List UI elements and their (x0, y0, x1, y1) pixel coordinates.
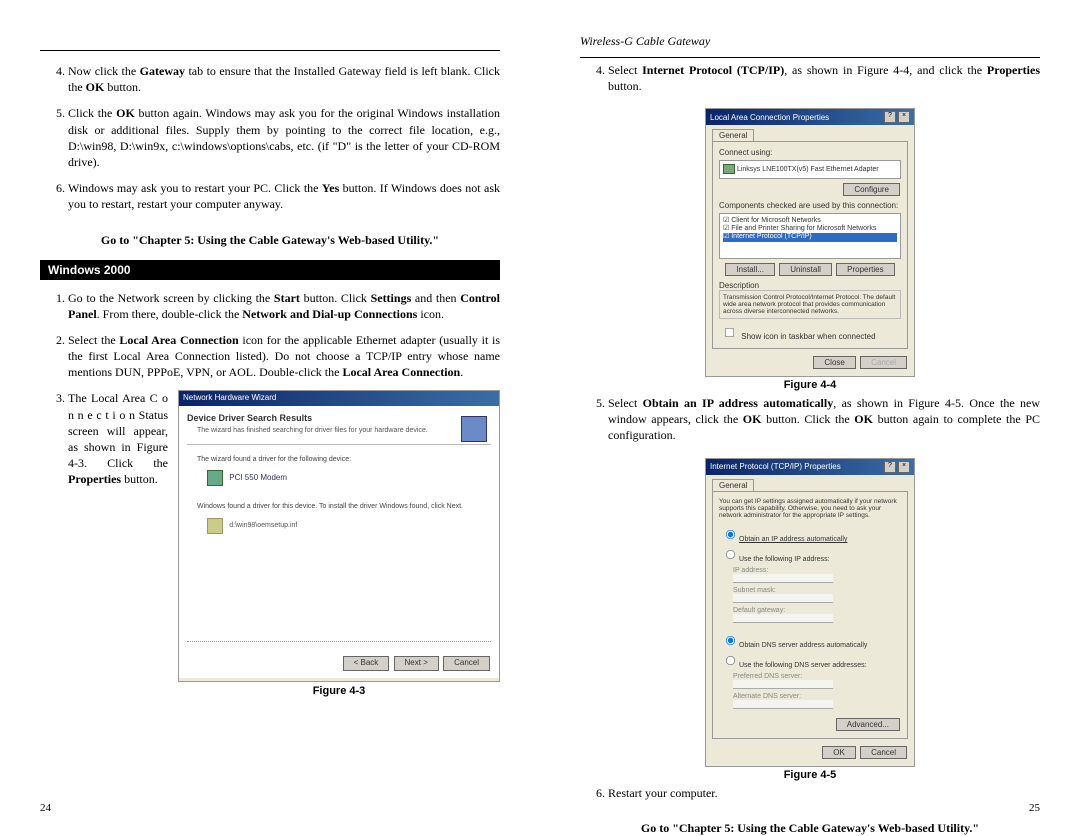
obtain-ip-radio[interactable] (726, 530, 735, 539)
figure-4-5: Internet Protocol (TCP/IP) Properties ? … (705, 458, 915, 767)
use-ip-radio[interactable] (726, 550, 735, 559)
help-icon[interactable]: ? (884, 461, 896, 473)
obtain-dns-label: Obtain DNS server address automatically (739, 642, 867, 649)
mask-input (733, 594, 833, 603)
figure-4-3: Network Hardware Wizard Device Driver Se… (178, 390, 500, 682)
right-list: Select Internet Protocol (TCP/IP), as sh… (580, 62, 1040, 104)
device-icon (207, 470, 223, 486)
next-button[interactable]: Next > (394, 656, 439, 671)
fig5-cancel-button[interactable]: Cancel (860, 746, 907, 759)
fig3-heading: Device Driver Search Results (187, 412, 491, 424)
fig3-titlebar: Network Hardware Wizard (179, 391, 499, 406)
properties-button[interactable]: Properties (836, 263, 894, 276)
show-icon-checkbox[interactable] (725, 328, 734, 337)
fig4-titlebar: Local Area Connection Properties ? × (706, 109, 914, 125)
fig3-caption: Figure 4-3 (178, 684, 500, 699)
fig4-caption: Figure 4-4 (705, 379, 915, 391)
wizard-icon (461, 416, 487, 442)
fig5-blurb: You can get IP settings assigned automat… (719, 498, 901, 519)
close-button[interactable]: Close (813, 356, 855, 369)
component-fileshare: File and Printer Sharing for Microsoft N… (731, 225, 876, 232)
fig5-caption: Figure 4-5 (705, 769, 915, 781)
use-dns-radio[interactable] (726, 656, 735, 665)
configure-button[interactable]: Configure (843, 183, 900, 196)
fig3-title: Network Hardware Wizard (183, 393, 276, 404)
left-step-6: Windows may ask you to restart your PC. … (68, 180, 500, 212)
left-b-step-3: The Local Area C o n n e c t i o n Statu… (68, 390, 500, 699)
fig5-titlebar: Internet Protocol (TCP/IP) Properties ? … (706, 459, 914, 475)
left-b-step-1: Go to the Network screen by clicking the… (68, 290, 500, 322)
page-right: Wireless-G Cable Gateway Select Internet… (540, 0, 1080, 834)
page-number-left: 24 (40, 802, 51, 814)
gateway-input (733, 614, 833, 623)
close-icon[interactable]: × (898, 461, 910, 473)
fig3-sub: The wizard has finished searching for dr… (197, 426, 461, 435)
use-ip-label: Use the following IP address: (739, 556, 830, 563)
ip-label: IP address: (733, 567, 803, 574)
pdns-input (733, 680, 833, 689)
right-header: Wireless-G Cable Gateway (580, 34, 1040, 49)
uninstall-button[interactable]: Uninstall (779, 263, 832, 276)
gateway-label: Default gateway: (733, 607, 803, 614)
adapter-field: Linksys LNE100TX(v5) Fast Ethernet Adapt… (719, 160, 901, 178)
mask-label: Subnet mask: (733, 587, 803, 594)
description-text: Transmission Control Protocol/Internet P… (719, 290, 901, 319)
pdns-label: Preferred DNS server: (733, 673, 803, 680)
help-icon[interactable]: ? (884, 111, 896, 123)
left-goto: Go to "Chapter 5: Using the Cable Gatewa… (40, 233, 500, 248)
fig5-title: Internet Protocol (TCP/IP) Properties (710, 462, 841, 471)
fig4-tab[interactable]: General (712, 129, 754, 141)
figure-4-4: Local Area Connection Properties ? × Gen… (705, 108, 915, 377)
use-dns-label: Use the following DNS server addresses: (739, 662, 867, 669)
advanced-button[interactable]: Advanced... (836, 718, 900, 731)
left-list-b: Go to the Network screen by clicking the… (40, 290, 500, 710)
fig3-line1: The wizard found a driver for the follow… (197, 455, 491, 464)
ip-input (733, 574, 833, 583)
page-left: Now click the Gateway tab to ensure that… (0, 0, 540, 834)
left-b-step-2: Select the Local Area Connection icon fo… (68, 332, 500, 381)
page-number-right: 25 (1029, 802, 1040, 814)
right-list-2: Select Obtain an IP address automaticall… (580, 395, 1040, 454)
nic-icon (723, 164, 735, 174)
install-button[interactable]: Install... (725, 263, 775, 276)
cancel-button[interactable]: Cancel (443, 656, 490, 671)
adns-label: Alternate DNS server: (733, 693, 803, 700)
section-windows-2000: Windows 2000 (40, 260, 500, 280)
obtain-ip-label: Obtain an IP address automatically (739, 536, 847, 543)
right-step-6: Restart your computer. (608, 785, 1040, 801)
right-step-5: Select Obtain an IP address automaticall… (608, 395, 1040, 444)
left-list-a: Now click the Gateway tab to ensure that… (40, 63, 500, 223)
right-list-3: Restart your computer. (580, 785, 1040, 811)
driver-icon (207, 518, 223, 534)
adapter-name: Linksys LNE100TX(v5) Fast Ethernet Adapt… (737, 166, 879, 173)
left-step-4: Now click the Gateway tab to ensure that… (68, 63, 500, 95)
ok-button[interactable]: OK (822, 746, 856, 759)
fig3-path: d:\win98\oemsetup.inf (229, 522, 297, 529)
obtain-dns-radio[interactable] (726, 636, 735, 645)
components-list[interactable]: ☑ Client for Microsoft Networks ☑ File a… (719, 213, 901, 259)
close-icon[interactable]: × (898, 111, 910, 123)
fig4-title: Local Area Connection Properties (710, 113, 829, 122)
show-icon-label: Show icon in taskbar when connected (741, 332, 875, 341)
left-step-5: Click the OK button again. Windows may a… (68, 105, 500, 170)
fig5-tab[interactable]: General (712, 479, 754, 491)
fig4-cancel-button: Cancel (860, 356, 907, 369)
step3-text: The Local Area C o n n e c t i o n Statu… (68, 390, 168, 487)
component-tcpip: Internet Protocol (TCP/IP) (731, 233, 812, 240)
description-label: Description (719, 281, 901, 290)
fig3-device: PCI 550 Modem (229, 473, 287, 482)
fig3-line2: Windows found a driver for this device. … (197, 502, 491, 511)
components-label: Components checked are used by this conn… (719, 201, 901, 210)
component-client: Client for Microsoft Networks (731, 217, 820, 224)
adns-input (733, 700, 833, 709)
right-step-4: Select Internet Protocol (TCP/IP), as sh… (608, 62, 1040, 94)
back-button[interactable]: < Back (343, 656, 390, 671)
connect-using-label: Connect using: (719, 148, 901, 157)
